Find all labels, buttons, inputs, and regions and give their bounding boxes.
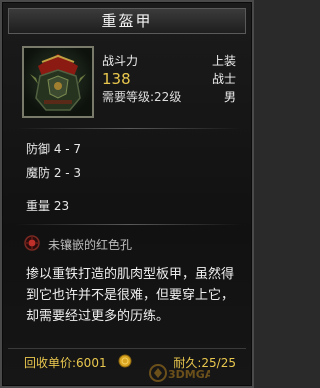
gender-requirement: 男	[223, 90, 236, 104]
item-icon-frame	[22, 46, 94, 118]
magic-defense-stat: 魔防 2 - 3	[26, 166, 82, 180]
equip-slot: 上装	[211, 54, 236, 68]
item-title: 重盔甲	[8, 8, 246, 34]
power-label: 战斗力	[102, 54, 139, 68]
svg-text:3DMGAME: 3DMGAME	[168, 368, 210, 381]
armor-icon	[30, 54, 86, 111]
red-gem-icon	[24, 235, 40, 251]
item-tooltip-panel: 重盔甲 战斗力 138 需要等级:22级 上装 战士 男 防御 4 - 7 魔防…	[0, 0, 254, 388]
item-description: 掺以重铁打造的肌肉型板甲，虽然得到它也许并不是很难，但要穿上它，却需要经过更多的…	[26, 267, 235, 324]
gold-coin-icon	[118, 354, 132, 368]
divider	[16, 224, 242, 225]
class-requirement: 战士	[211, 72, 236, 86]
level-requirement: 需要等级:22级	[102, 90, 182, 104]
defense-stat: 防御 4 - 7	[26, 142, 82, 156]
divider	[16, 128, 242, 129]
weight-stat: 重量 23	[26, 199, 70, 213]
power-value: 138	[102, 70, 131, 88]
3dmgame-watermark-logo: 3DMGAME	[149, 364, 210, 382]
empty-socket-label: 未镶嵌的红色孔	[48, 238, 133, 252]
sell-price: 回收单价:6001	[24, 356, 107, 370]
